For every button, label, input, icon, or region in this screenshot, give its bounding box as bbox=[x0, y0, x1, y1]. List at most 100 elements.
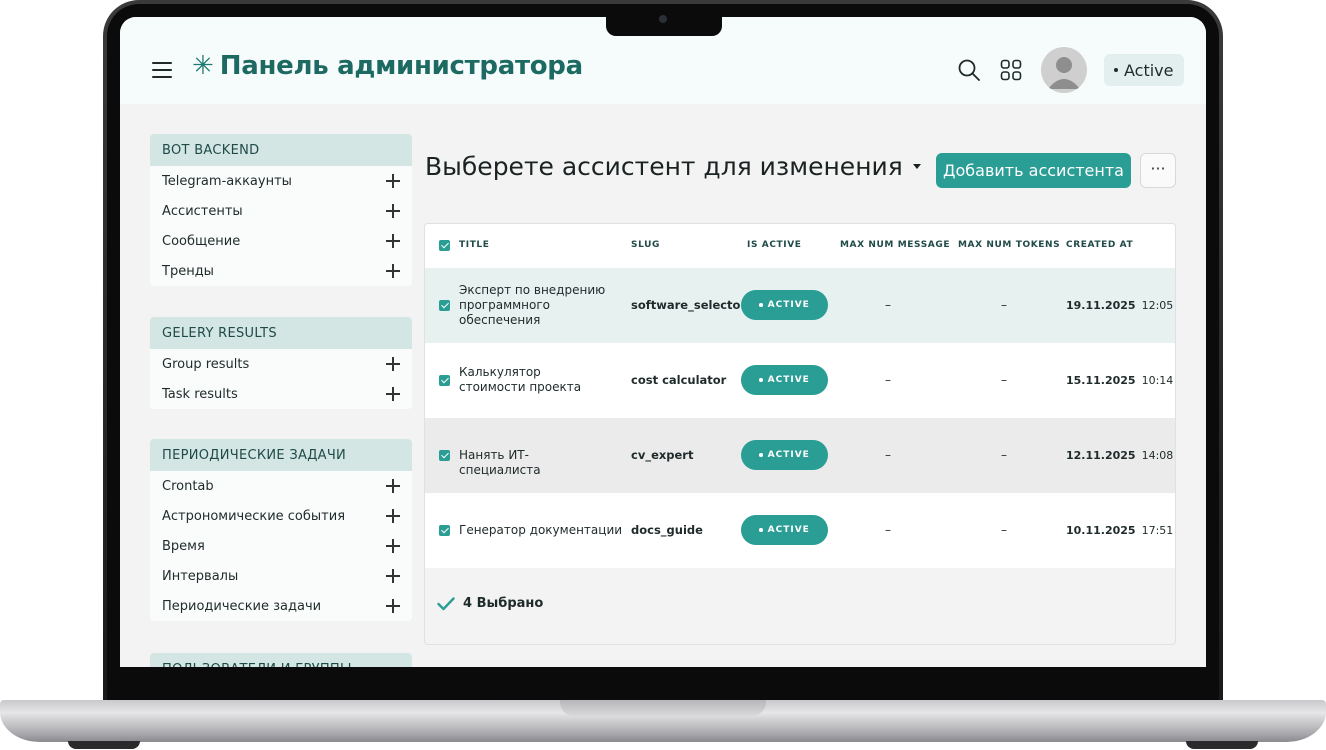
status-badge: ACTIVE bbox=[741, 290, 828, 320]
page-brand-title: Панель администратора bbox=[219, 51, 583, 81]
sidebar-group-heading[interactable]: ПЕРИОДИЧЕСКИЕ ЗАДАЧИ bbox=[150, 439, 412, 471]
sidebar-item-label: Crontab bbox=[162, 478, 214, 494]
camera-icon bbox=[659, 15, 667, 23]
row-max-num-tokens: – bbox=[1001, 373, 1007, 387]
sidebar-item-telegram-accounts[interactable]: Telegram-аккаунты bbox=[150, 166, 412, 196]
table-row[interactable]: Нанять ИТ-специалиста cv_expert ACTIVE –… bbox=[425, 418, 1175, 493]
row-created-at: 12.11.2025 14:08 bbox=[1066, 449, 1173, 462]
column-header-is-active[interactable]: IS ACTIVE bbox=[747, 240, 802, 250]
row-time: 12:05 bbox=[1141, 299, 1174, 312]
plus-icon[interactable] bbox=[386, 204, 400, 218]
plus-icon[interactable] bbox=[386, 599, 400, 613]
row-time: 10:14 bbox=[1141, 374, 1174, 387]
user-status-badge[interactable]: Active bbox=[1104, 54, 1184, 86]
more-options-button[interactable]: ··· bbox=[1140, 153, 1176, 188]
plus-icon[interactable] bbox=[386, 357, 400, 371]
laptop-foot-right bbox=[1186, 741, 1258, 749]
status-dot-icon bbox=[1114, 68, 1118, 72]
sidebar-item-intervals[interactable]: Интервалы bbox=[150, 561, 412, 591]
sidebar-group-periodic-tasks: ПЕРИОДИЧЕСКИЕ ЗАДАЧИ Crontab Астрономиче… bbox=[150, 439, 412, 621]
status-badge-label: ACTIVE bbox=[767, 450, 810, 460]
page-title: Выберете ассистент для изменения bbox=[425, 152, 903, 181]
sidebar-group-heading[interactable]: BOT BACKEND bbox=[150, 134, 412, 166]
status-badge-label: ACTIVE bbox=[767, 525, 810, 535]
status-badge: ACTIVE bbox=[741, 515, 828, 545]
row-title[interactable]: Нанять ИТ-специалиста bbox=[459, 448, 609, 478]
row-created-at: 19.11.2025 12:05 bbox=[1066, 299, 1173, 312]
status-dot-icon bbox=[759, 303, 763, 307]
row-checkbox[interactable] bbox=[439, 525, 450, 536]
add-assistant-button[interactable]: Добавить ассистента bbox=[936, 153, 1131, 188]
sidebar-item-task-results[interactable]: Task results bbox=[150, 379, 412, 409]
plus-icon[interactable] bbox=[386, 174, 400, 188]
status-dot-icon bbox=[759, 453, 763, 457]
column-header-created-at[interactable]: CREATED AT bbox=[1066, 240, 1133, 250]
row-title[interactable]: Генератор документации bbox=[459, 523, 629, 538]
plus-icon[interactable] bbox=[386, 509, 400, 523]
table-header: TITLE SLUG IS ACTIVE MAX NUM MESSAGE MAX… bbox=[425, 224, 1175, 268]
row-date: 15.11.2025 bbox=[1066, 374, 1136, 387]
brand[interactable]: ✳ Панель администратора bbox=[192, 51, 583, 81]
column-header-max-num-message[interactable]: MAX NUM MESSAGE bbox=[840, 240, 950, 250]
row-slug: docs_guide bbox=[631, 523, 703, 537]
table-row[interactable]: Калькулятор стоимости проекта cost calcu… bbox=[425, 343, 1175, 418]
plus-icon[interactable] bbox=[386, 539, 400, 553]
sidebar-item-label: Task results bbox=[162, 386, 238, 402]
table-row[interactable]: Эксперт по внедрению программного обеспе… bbox=[425, 268, 1175, 343]
sidebar-item-label: Ассистенты bbox=[162, 203, 243, 219]
column-header-slug[interactable]: SLUG bbox=[631, 240, 660, 250]
sidebar-item-label: Сообщение bbox=[162, 233, 241, 249]
plus-icon[interactable] bbox=[386, 569, 400, 583]
plus-icon[interactable] bbox=[386, 234, 400, 248]
row-max-num-tokens: – bbox=[1001, 448, 1007, 462]
status-dot-icon bbox=[759, 528, 763, 532]
sidebar-item-group-results[interactable]: Group results bbox=[150, 349, 412, 379]
sidebar-item-periodic-tasks[interactable]: Периодические задачи bbox=[150, 591, 412, 621]
status-badge: ACTIVE bbox=[741, 440, 828, 470]
select-all-checkbox[interactable] bbox=[439, 240, 450, 251]
row-time: 17:51 bbox=[1141, 524, 1174, 537]
plus-icon[interactable] bbox=[386, 264, 400, 278]
sidebar-item-label: Интервалы bbox=[162, 568, 239, 584]
search-icon[interactable] bbox=[958, 59, 980, 81]
table-row[interactable]: Генератор документации docs_guide ACTIVE… bbox=[425, 493, 1175, 568]
sidebar-item-label: Периодические задачи bbox=[162, 598, 322, 614]
selection-summary: 4 Выбрано bbox=[437, 596, 543, 611]
row-max-num-tokens: – bbox=[1001, 298, 1007, 312]
status-badge: ACTIVE bbox=[741, 365, 828, 395]
sidebar-item-astronomical-events[interactable]: Астрономические события bbox=[150, 501, 412, 531]
sidebar-group-heading[interactable]: GELERY RESULTS bbox=[150, 317, 412, 349]
column-header-title[interactable]: TITLE bbox=[459, 240, 490, 250]
sidebar-item-time[interactable]: Время bbox=[150, 531, 412, 561]
selected-count: 4 Выбрано bbox=[463, 596, 544, 611]
sidebar-item-trends[interactable]: Тренды bbox=[150, 256, 412, 286]
hamburger-icon[interactable] bbox=[152, 62, 172, 78]
avatar[interactable] bbox=[1041, 47, 1087, 93]
sidebar-item-crontab[interactable]: Crontab bbox=[150, 471, 412, 501]
row-checkbox[interactable] bbox=[439, 300, 450, 311]
plus-icon[interactable] bbox=[386, 479, 400, 493]
row-checkbox[interactable] bbox=[439, 450, 450, 461]
caret-down-icon bbox=[912, 164, 921, 169]
sidebar-group-users-groups: ПОЛЬЗОВАТЕЛИ И ГРУППЫ bbox=[150, 653, 412, 667]
row-date: 10.11.2025 bbox=[1066, 524, 1136, 537]
assistant-select-dropdown[interactable]: Выберете ассистент для изменения bbox=[425, 152, 921, 181]
sidebar-item-assistants[interactable]: Ассистенты bbox=[150, 196, 412, 226]
apps-grid-icon[interactable] bbox=[1000, 59, 1022, 81]
sidebar-item-messages[interactable]: Сообщение bbox=[150, 226, 412, 256]
plus-icon[interactable] bbox=[386, 387, 400, 401]
row-checkbox[interactable] bbox=[439, 375, 450, 386]
row-title[interactable]: Калькулятор стоимости проекта bbox=[459, 365, 609, 395]
row-title[interactable]: Эксперт по внедрению программного обеспе… bbox=[459, 283, 609, 328]
screen: ✳ Панель администратора Active BOT BACKE… bbox=[120, 17, 1206, 667]
row-created-at: 15.11.2025 10:14 bbox=[1066, 374, 1173, 387]
row-max-num-message: – bbox=[885, 298, 891, 312]
sidebar-item-label: Астрономические события bbox=[162, 508, 346, 524]
row-slug: cost calculator bbox=[631, 373, 727, 387]
column-header-max-num-tokens[interactable]: MAX NUM TOKENS bbox=[958, 240, 1060, 250]
assistants-table: TITLE SLUG IS ACTIVE MAX NUM MESSAGE MAX… bbox=[424, 223, 1176, 645]
row-created-at: 10.11.2025 17:51 bbox=[1066, 524, 1173, 537]
sidebar-group-heading[interactable]: ПОЛЬЗОВАТЕЛИ И ГРУППЫ bbox=[150, 653, 412, 667]
status-label: Active bbox=[1124, 60, 1174, 80]
row-max-num-tokens: – bbox=[1001, 523, 1007, 537]
